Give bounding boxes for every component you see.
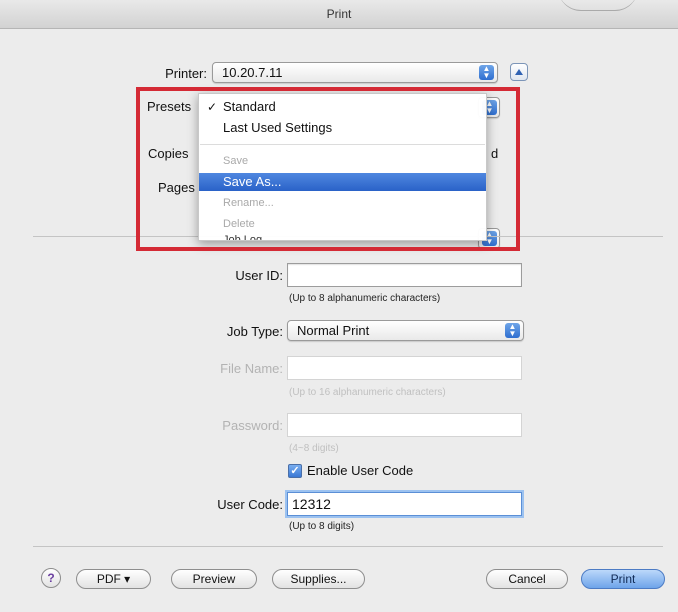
user-code-label: User Code: bbox=[217, 497, 283, 512]
supplies-button[interactable]: Supplies... bbox=[272, 569, 365, 589]
annotation-highlight-box bbox=[136, 87, 520, 251]
help-button[interactable]: ? bbox=[41, 568, 61, 588]
password-field bbox=[287, 413, 522, 437]
password-hint: (4~8 digits) bbox=[289, 443, 339, 454]
title-decoration bbox=[558, 0, 638, 11]
up-down-arrows-icon: ▲ ▼ bbox=[505, 323, 520, 338]
job-type-popup[interactable]: Normal Print ▲ ▼ bbox=[287, 320, 524, 341]
pdf-menu-button[interactable]: PDF ▾ bbox=[76, 569, 151, 589]
user-id-label: User ID: bbox=[235, 268, 283, 283]
print-button[interactable]: Print bbox=[581, 569, 665, 589]
enable-user-code-checkbox[interactable]: ✓ bbox=[288, 464, 302, 478]
file-name-hint: (Up to 16 alphanumeric characters) bbox=[289, 387, 446, 398]
printer-label: Printer: bbox=[165, 66, 207, 81]
password-label: Password: bbox=[222, 418, 283, 433]
enable-user-code-label[interactable]: Enable User Code bbox=[307, 463, 413, 478]
print-dialog: Print Printer: 10.20.7.11 ▲ ▼ Presets ▲ ▼ … bbox=[0, 0, 678, 612]
file-name-field bbox=[287, 356, 522, 380]
preview-button[interactable]: Preview bbox=[171, 569, 257, 589]
separator-bottom bbox=[33, 546, 663, 547]
user-id-field[interactable] bbox=[287, 263, 522, 287]
user-code-field[interactable]: 12312 bbox=[287, 492, 522, 516]
user-code-hint: (Up to 8 digits) bbox=[289, 521, 355, 532]
window-title: Print bbox=[326, 7, 352, 21]
file-name-label: File Name: bbox=[220, 361, 283, 376]
user-id-hint: (Up to 8 alphanumeric characters) bbox=[289, 293, 441, 304]
job-type-value: Normal Print bbox=[297, 323, 370, 338]
printer-value: 10.20.7.11 bbox=[222, 65, 283, 80]
checkmark-icon: ✓ bbox=[290, 465, 300, 477]
up-down-arrows-icon: ▲ ▼ bbox=[479, 65, 494, 80]
disclosure-triangle-icon bbox=[515, 69, 523, 75]
job-type-label: Job Type: bbox=[226, 324, 283, 339]
disclosure-triangle-button[interactable] bbox=[510, 63, 528, 81]
title-bar: Print bbox=[0, 0, 678, 29]
cancel-button[interactable]: Cancel bbox=[486, 569, 568, 589]
printer-popup[interactable]: 10.20.7.11 ▲ ▼ bbox=[212, 62, 498, 83]
